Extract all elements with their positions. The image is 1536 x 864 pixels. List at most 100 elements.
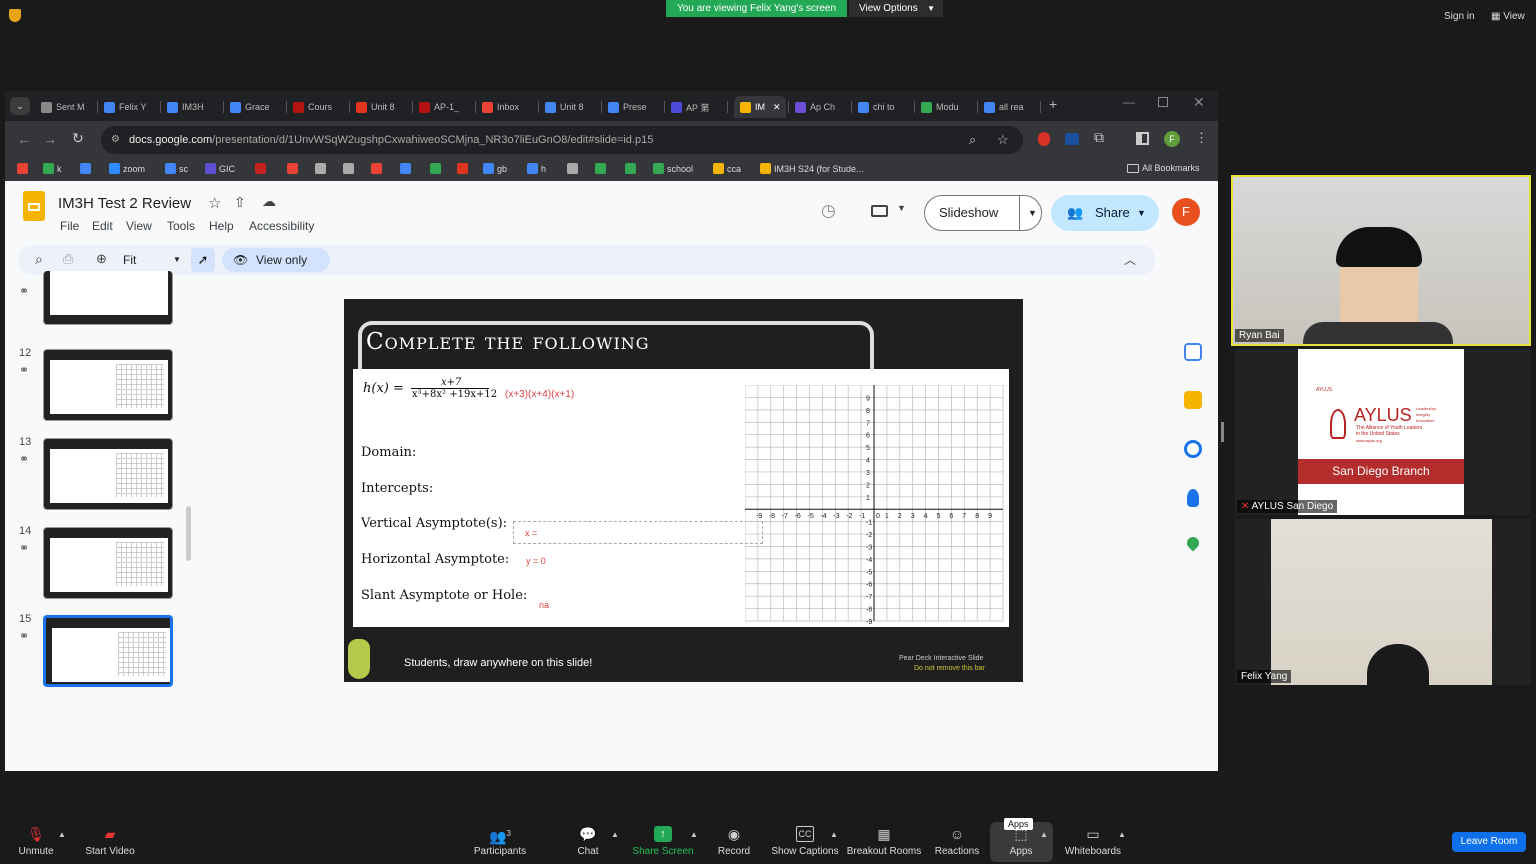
menu-help[interactable]: Help — [209, 219, 234, 233]
browser-tab[interactable]: Grace — [230, 96, 284, 118]
contacts-icon[interactable] — [1187, 489, 1199, 507]
view-button[interactable]: ▦ View — [1491, 11, 1525, 22]
history-icon[interactable]: ◷ — [821, 201, 836, 221]
apps-button[interactable]: ⬚ Apps — [981, 826, 1061, 857]
bookmark-item[interactable]: sc — [165, 163, 188, 174]
bookmark-item[interactable]: k — [43, 163, 62, 174]
new-tab-icon[interactable]: + — [1049, 96, 1057, 112]
shield-icon[interactable] — [9, 9, 21, 22]
bookmark-item[interactable]: h — [527, 163, 546, 174]
bookmark-item[interactable] — [567, 163, 581, 174]
address-bar[interactable]: ⚙ docs.google.com/presentation/d/1UnvWSq… — [101, 126, 1023, 154]
text-box-selection[interactable] — [513, 521, 763, 544]
bookmark-item[interactable] — [255, 163, 269, 174]
star-icon[interactable]: ☆ — [997, 126, 1009, 154]
chevron-up-icon[interactable]: ︿ — [1124, 251, 1136, 268]
all-bookmarks[interactable]: All Bookmarks — [1127, 163, 1200, 173]
maps-icon[interactable] — [1184, 534, 1202, 552]
bookmark-item[interactable] — [287, 163, 301, 174]
coordinate-grid[interactable]: -9 -9 -8 -8 -7 -7 -6 -6 -5 -5 -4 -4 -3 -3 -2 -2 -1-1 1 1 2 2… — [745, 385, 1007, 625]
browser-tab[interactable]: Unit 8 — [545, 96, 599, 118]
reload-icon[interactable]: ↻ — [72, 130, 84, 147]
filmstrip-scrollbar[interactable] — [186, 506, 191, 561]
slides-logo[interactable] — [23, 191, 45, 221]
bookmark-item[interactable] — [625, 163, 639, 174]
browser-tab[interactable]: all rea — [984, 96, 1038, 118]
menu-file[interactable]: File — [60, 219, 79, 233]
bookmark-item[interactable]: school — [653, 163, 693, 174]
slide-thumb[interactable] — [43, 527, 173, 599]
bookmark-item[interactable] — [595, 163, 609, 174]
participants-button[interactable]: 👥3 Participants — [460, 826, 540, 857]
panel-splitter[interactable] — [1221, 422, 1224, 442]
select-tool-icon[interactable]: ➚ — [191, 248, 215, 272]
print-icon[interactable]: ⎙ — [63, 251, 73, 267]
chevron-up-icon[interactable]: ▲ — [830, 830, 838, 839]
browser-tab[interactable]: IM3H — [167, 96, 221, 118]
restore-icon[interactable] — [1158, 97, 1168, 107]
chevron-up-icon[interactable]: ▲ — [1040, 830, 1048, 839]
menu-accessibility[interactable]: Accessibility — [249, 219, 314, 233]
breakout-rooms-button[interactable]: ▦ Breakout Rooms — [844, 826, 924, 857]
tasks-icon[interactable] — [1184, 440, 1202, 458]
star-icon[interactable]: ☆ — [208, 194, 221, 212]
document-title[interactable]: IM3H Test 2 Review — [58, 195, 191, 212]
bookmark-item[interactable]: GIC — [205, 163, 235, 174]
slide-thumb[interactable] — [43, 349, 173, 421]
bookmark-item[interactable] — [430, 163, 444, 174]
record-button[interactable]: ◉ Record — [694, 826, 774, 857]
user-avatar[interactable]: F — [1172, 198, 1200, 226]
minimize-icon[interactable]: — — [1123, 95, 1135, 109]
video-tile-aylus[interactable]: AYLUS AYLUS Leadership Integrity Innovat… — [1235, 349, 1531, 515]
sign-in-link[interactable]: Sign in — [1444, 11, 1475, 22]
kebab-menu-icon[interactable]: ⋮ — [1195, 130, 1208, 146]
browser-tab[interactable]: Unit 8 — [356, 96, 410, 118]
bookmark-item[interactable] — [371, 163, 385, 174]
search-icon[interactable]: ⌕ — [35, 251, 43, 268]
bookmark-item[interactable] — [457, 163, 471, 174]
calendar-icon[interactable] — [1184, 343, 1202, 361]
slide-thumb-11[interactable] — [43, 271, 173, 325]
view-only-badge[interactable]: 👁 View only — [222, 248, 330, 272]
extension-icon[interactable] — [1065, 133, 1079, 145]
current-slide[interactable]: Complete the following h(x) = x+7 x³+8x²… — [344, 299, 1023, 682]
browser-tab[interactable]: Ap Ch — [795, 96, 849, 118]
bookmark-item[interactable]: cca — [713, 163, 741, 174]
bookmark-item[interactable]: gb — [483, 163, 507, 174]
bookmark-item[interactable]: IM3H S24 (for Stude... — [760, 163, 864, 174]
video-tile-felix-yang[interactable]: Felix Yang — [1235, 519, 1531, 685]
forward-icon[interactable]: → — [43, 131, 57, 147]
vertical-asymptote-answer[interactable]: x = — [525, 528, 537, 538]
chevron-down-icon[interactable]: ▼ — [1019, 196, 1037, 230]
keep-icon[interactable] — [1184, 391, 1202, 409]
cloud-icon[interactable]: ☁ — [262, 193, 276, 210]
tab-search-button[interactable]: ⌄ — [10, 97, 30, 115]
view-options-button[interactable]: View Options ▼ — [849, 0, 943, 17]
meet-icon[interactable] — [871, 205, 888, 217]
browser-tab[interactable]: Inbox — [482, 96, 536, 118]
menu-tools[interactable]: Tools — [167, 219, 195, 233]
chevron-down-icon[interactable]: ▼ — [1137, 195, 1146, 231]
profile-avatar[interactable]: F — [1164, 131, 1180, 147]
puzzle-icon[interactable]: ⧉ — [1094, 129, 1104, 146]
browser-tab[interactable]: Modu — [921, 96, 975, 118]
move-icon[interactable]: ⇧ — [234, 194, 246, 211]
extension-record-icon[interactable] — [1038, 132, 1050, 146]
browser-tab[interactable]: Felix Y — [104, 96, 158, 118]
menu-view[interactable]: View — [126, 219, 152, 233]
browser-tab[interactable]: Sent M — [41, 96, 95, 118]
browser-tab[interactable]: AP-1_ — [419, 96, 473, 118]
browser-tab[interactable]: Prese — [608, 96, 662, 118]
chevron-down-icon[interactable]: ▼ — [897, 203, 906, 213]
video-tile-ryan-bai[interactable]: Ryan Bai — [1231, 175, 1531, 346]
bookmark-item[interactable] — [400, 163, 414, 174]
sidebar-icon[interactable] — [1136, 132, 1149, 145]
bookmark-item[interactable] — [315, 163, 329, 174]
bookmark-item[interactable] — [17, 163, 31, 174]
close-icon[interactable]: ✕ — [1193, 94, 1205, 111]
back-icon[interactable]: ← — [17, 131, 31, 147]
site-info-icon[interactable]: ⚙ — [111, 126, 120, 154]
browser-tab[interactable]: Cours — [293, 96, 347, 118]
slide-thumb[interactable] — [43, 438, 173, 510]
browser-tab[interactable]: IM ✕ — [734, 96, 786, 118]
